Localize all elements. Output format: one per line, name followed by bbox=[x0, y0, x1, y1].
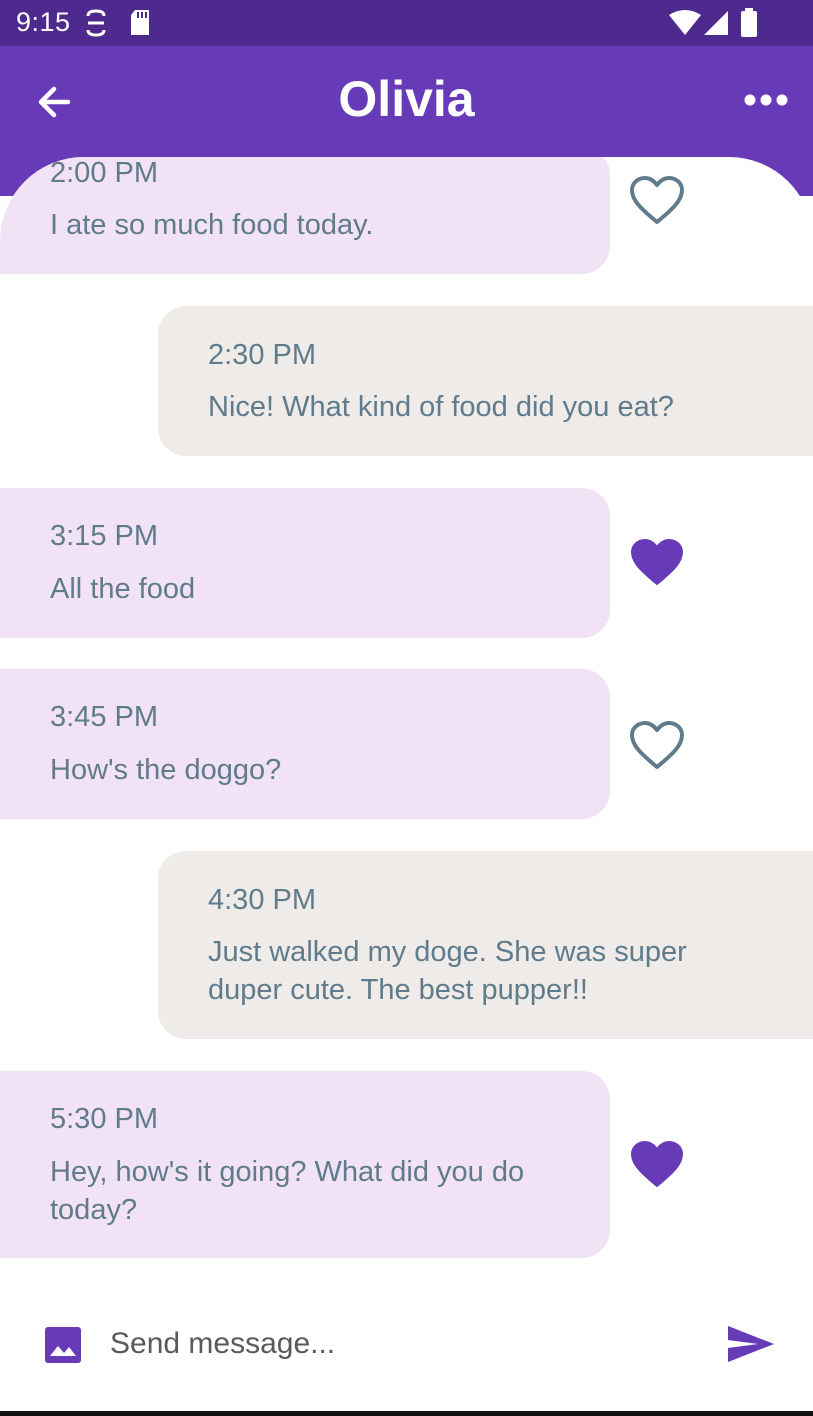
message-text: Hey, how's it going? What did you do tod… bbox=[50, 1156, 525, 1226]
sync-icon bbox=[84, 8, 108, 43]
message-time: 2:30 PM bbox=[208, 339, 316, 371]
message-bubble-received: 5:30 PM Hey, how's it going? What did yo… bbox=[0, 1071, 610, 1258]
message-text: How's the doggo? bbox=[50, 754, 282, 786]
like-button[interactable] bbox=[628, 1139, 686, 1191]
status-bar: 9:15 bbox=[0, 0, 813, 46]
like-button[interactable] bbox=[628, 175, 686, 227]
message-time: 4:30 PM bbox=[208, 884, 316, 916]
attach-image-button[interactable] bbox=[40, 1322, 86, 1368]
like-button[interactable] bbox=[628, 537, 686, 589]
message-time: 3:15 PM bbox=[50, 520, 158, 552]
message-time: 3:45 PM bbox=[50, 701, 158, 733]
message-bubble-received: 2:00 PM I ate so much food today. bbox=[0, 157, 610, 274]
heart-outline-icon bbox=[630, 721, 684, 769]
status-time: 9:15 bbox=[16, 7, 71, 37]
heart-outline-icon bbox=[630, 176, 684, 224]
message-text: All the food bbox=[50, 573, 196, 605]
more-options-button[interactable] bbox=[740, 80, 794, 120]
message-bubble-received: 3:45 PM How's the doggo? bbox=[0, 669, 610, 819]
signal-icon bbox=[703, 10, 729, 41]
message-composer bbox=[0, 1292, 813, 1408]
heart-filled-icon bbox=[631, 1141, 683, 1187]
message-input[interactable] bbox=[110, 1314, 690, 1374]
image-icon bbox=[45, 1327, 81, 1363]
message-time: 2:00 PM bbox=[50, 157, 158, 189]
send-icon bbox=[728, 1326, 774, 1362]
heart-filled-icon bbox=[631, 539, 683, 585]
message-bubble-sent: 4:30 PM Just walked my doge. She was sup… bbox=[158, 851, 813, 1039]
message-text: Just walked my doge. She was super duper… bbox=[208, 936, 687, 1006]
page-title: Olivia bbox=[338, 71, 475, 127]
battery-icon bbox=[740, 8, 758, 43]
more-horizontal-icon bbox=[744, 94, 788, 106]
message-time: 5:30 PM bbox=[50, 1103, 158, 1135]
message-text: Nice! What kind of food did you eat? bbox=[208, 391, 674, 423]
wifi-icon bbox=[668, 10, 702, 41]
message-text: I ate so much food today. bbox=[50, 209, 374, 241]
message-bubble-sent: 2:30 PM Nice! What kind of food did you … bbox=[158, 306, 813, 456]
message-bubble-received: 3:15 PM All the food bbox=[0, 488, 610, 638]
like-button[interactable] bbox=[628, 720, 686, 772]
sd-card-icon bbox=[128, 8, 152, 43]
navigation-bar-edge bbox=[0, 1411, 813, 1416]
message-list[interactable]: 2:00 PM I ate so much food today. 2:30 P… bbox=[0, 157, 813, 1416]
send-button[interactable] bbox=[724, 1322, 776, 1366]
